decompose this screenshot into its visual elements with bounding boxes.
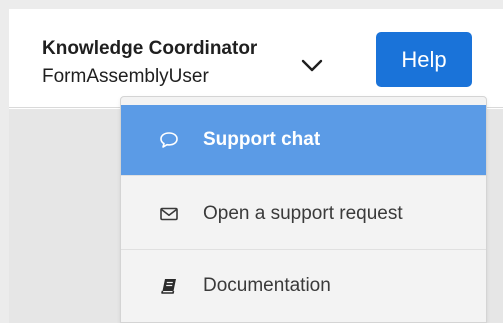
window-frame-left <box>0 0 9 323</box>
user-name: Knowledge Coordinator <box>42 38 258 59</box>
help-dropdown-menu: Support chat Open a support request Docu… <box>120 96 487 323</box>
window-frame-top <box>0 0 503 9</box>
menu-divider <box>121 249 486 250</box>
menu-item-support-request[interactable]: Open a support request <box>121 179 486 249</box>
menu-item-label: Open a support request <box>203 203 403 224</box>
book-icon <box>159 276 179 296</box>
menu-item-label: Support chat <box>203 129 321 150</box>
help-button[interactable]: Help <box>376 32 472 87</box>
menu-item-documentation[interactable]: Documentation <box>121 251 486 321</box>
menu-item-support-chat[interactable]: Support chat <box>121 105 486 175</box>
chevron-down-icon[interactable] <box>301 59 323 73</box>
menu-item-label: Documentation <box>203 275 331 296</box>
organization-name: FormAssemblyUser <box>42 66 209 87</box>
menu-divider <box>121 175 486 176</box>
speech-bubble-icon <box>159 130 179 150</box>
user-account-block[interactable]: Knowledge Coordinator FormAssemblyUser <box>42 38 257 88</box>
envelope-icon <box>159 204 179 224</box>
